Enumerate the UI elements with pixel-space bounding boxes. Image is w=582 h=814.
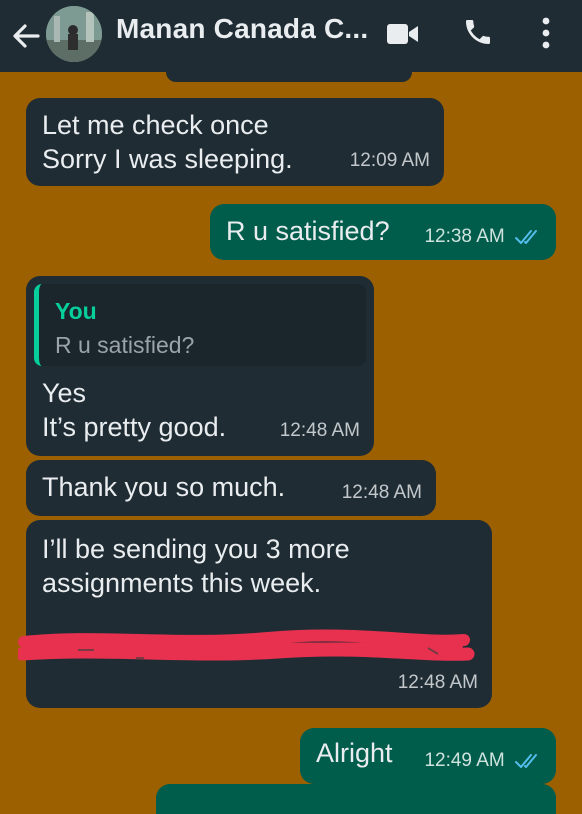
read-receipt-icon bbox=[515, 753, 537, 768]
quoted-author: You bbox=[55, 298, 97, 324]
message-bubble-outgoing[interactable]: R u satisfied? 12:38 AM bbox=[210, 204, 556, 260]
redaction-scribble bbox=[18, 629, 475, 661]
avatar[interactable] bbox=[46, 6, 102, 62]
message-time: 12:38 AM bbox=[424, 226, 505, 247]
message-text: assignments this week. bbox=[42, 568, 322, 598]
chat-header: Manan Canada C... bbox=[0, 0, 582, 72]
contact-name[interactable]: Manan Canada C... bbox=[116, 13, 368, 45]
message-text: Thank you so much. bbox=[42, 472, 286, 502]
phone-icon[interactable] bbox=[462, 16, 494, 48]
message-text: Yes bbox=[42, 378, 87, 408]
message-timestamp: 12:48 AM bbox=[397, 672, 478, 693]
message-timestamp: 12:48 AM bbox=[341, 482, 422, 503]
message-text: Sorry I was sleeping. bbox=[42, 144, 293, 174]
message-timestamp: 12:38 AM bbox=[424, 220, 544, 254]
quoted-message[interactable]: You R u satisfied? bbox=[34, 284, 366, 366]
message-timestamp: 12:49 AM bbox=[424, 744, 544, 778]
message-bubble-outgoing[interactable]: Alright 12:49 AM bbox=[300, 728, 556, 784]
chat-area[interactable]: Let me check once Sorry I was sleeping. … bbox=[0, 52, 582, 814]
message-text: Alright bbox=[316, 738, 393, 768]
message-bubble-incoming[interactable]: Thank you so much. 12:48 AM bbox=[26, 460, 436, 516]
message-text: It’s pretty good. bbox=[42, 412, 227, 442]
message-bubble-incoming[interactable]: Let me check once Sorry I was sleeping. … bbox=[26, 98, 444, 186]
message-bubble-incoming[interactable]: You R u satisfied? Yes It’s pretty good.… bbox=[26, 276, 374, 456]
back-arrow-icon[interactable] bbox=[10, 20, 42, 52]
video-call-icon[interactable] bbox=[386, 20, 420, 48]
message-time: 12:49 AM bbox=[424, 750, 505, 771]
message-timestamp: 12:09 AM bbox=[349, 150, 430, 171]
message-timestamp: 12:48 AM bbox=[279, 420, 360, 441]
read-receipt-icon bbox=[515, 229, 537, 244]
message-text: I’ll be sending you 3 more bbox=[42, 534, 350, 564]
quoted-text: R u satisfied? bbox=[55, 332, 195, 358]
message-text: R u satisfied? bbox=[226, 216, 390, 246]
more-vertical-icon[interactable] bbox=[536, 14, 556, 52]
partial-message-bubble[interactable] bbox=[156, 784, 556, 814]
message-bubble-incoming[interactable]: I’ll be sending you 3 more assignments t… bbox=[18, 520, 492, 708]
message-text: Let me check once bbox=[42, 110, 269, 140]
